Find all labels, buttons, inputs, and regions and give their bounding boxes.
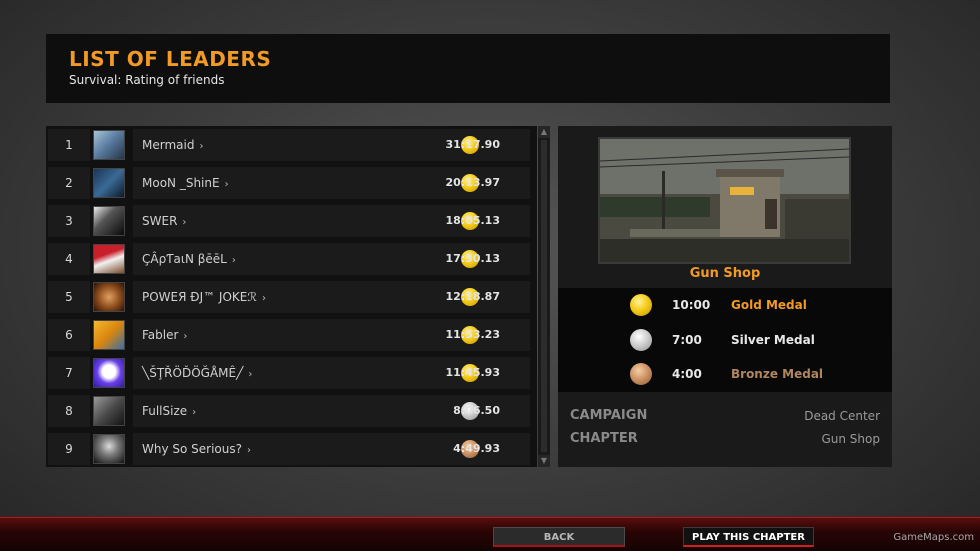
survival-time: 11:53.23 (445, 328, 500, 341)
medal-label: Gold Medal (731, 298, 807, 312)
player-entry[interactable]: POWEЯ ÐJ™ JOKEℛ › 12:18.87 (133, 281, 530, 313)
player-name[interactable]: Fabler › (142, 319, 187, 353)
leaderboard-row[interactable]: 4 ÇÂρƬaιN βēēL › 17:30.13 (46, 241, 537, 277)
footer-bar: BACK PLAY THIS CHAPTER GameMaps.com (0, 517, 980, 551)
chapter-panel: Gun Shop 10:00 Gold Medal 7:00 Silver Me… (558, 126, 892, 467)
campaign-label: CAMPAIGN (570, 408, 648, 423)
player-entry[interactable]: Why So Serious? › 4:49.93 (133, 433, 530, 465)
player-entry[interactable]: Fabler › 11:53.23 (133, 319, 530, 351)
leaderboard-list: 1 Mermaid › 31:17.90 2 MooN _ShinE › 20:13… (46, 126, 537, 467)
survival-time: 4:49.93 (453, 442, 500, 455)
chevron-right-icon: › (192, 407, 197, 418)
avatar (93, 130, 125, 160)
player-name[interactable]: FullSize › (142, 395, 196, 429)
medal-label: Bronze Medal (731, 367, 824, 381)
chapter-value: Gun Shop (821, 432, 880, 446)
medal-time: 7:00 (672, 333, 702, 347)
rank-number: 1 (48, 129, 90, 161)
chevron-right-icon: › (182, 217, 187, 228)
rank-number: 2 (48, 167, 90, 199)
player-name[interactable]: ÇÂρƬaιN βēēL › (142, 243, 236, 277)
player-name[interactable]: POWEЯ ÐJ™ JOKEℛ › (142, 281, 266, 315)
leaderboard-row[interactable]: 2 MooN _ShinE › 20:13.97 (46, 165, 537, 201)
leaderboard-row[interactable]: 1 Mermaid › 31:17.90 (46, 127, 537, 163)
avatar (93, 282, 125, 312)
medal-row-bronze: 4:00 Bronze Medal (558, 357, 892, 391)
chevron-right-icon: › (247, 445, 251, 456)
rank-number: 5 (48, 281, 90, 313)
rank-number: 8 (48, 395, 90, 427)
page-title: LIST OF LEADERS (69, 47, 272, 71)
chevron-right-icon: › (231, 255, 236, 266)
rank-number: 9 (48, 433, 90, 465)
chapter-name: Gun Shop (689, 266, 761, 281)
scroll-track[interactable] (541, 140, 547, 452)
rank-number: 4 (48, 243, 90, 275)
medal-time: 10:00 (672, 298, 711, 312)
chevron-right-icon: › (224, 179, 229, 190)
medal-label: Silver Medal (731, 333, 815, 347)
avatar (93, 434, 125, 464)
leaderboard-row[interactable]: 8 FullSize › 8:06.50 (46, 393, 537, 429)
avatar (93, 244, 125, 274)
chevron-right-icon: › (183, 331, 188, 342)
player-name[interactable]: MooN _ShinE › (142, 167, 229, 201)
chevron-right-icon: › (248, 369, 253, 380)
chevron-right-icon: › (261, 293, 266, 304)
survival-time: 20:13.97 (445, 176, 500, 189)
avatar (93, 320, 125, 350)
avatar (93, 358, 125, 388)
medal-requirements: 10:00 Gold Medal 7:00 Silver Medal 4:00 … (558, 288, 892, 392)
leaderboard-row[interactable]: 6 Fabler › 11:53.23 (46, 317, 537, 353)
rank-number: 7 (48, 357, 90, 389)
rank-number: 3 (48, 205, 90, 237)
chevron-right-icon: › (199, 141, 204, 152)
medal-time: 4:00 (672, 367, 702, 381)
survival-time: 31:17.90 (445, 138, 500, 151)
medal-row-gold: 10:00 Gold Medal (558, 288, 892, 322)
avatar (93, 206, 125, 236)
play-chapter-button[interactable]: PLAY THIS CHAPTER (683, 527, 814, 547)
leaderboard-row[interactable]: 3 SWER › 18:05.13 (46, 203, 537, 239)
scroll-up-icon[interactable]: ▲ (538, 126, 550, 138)
gold-medal-icon (630, 294, 652, 316)
chapter-thumbnail (598, 137, 851, 264)
leaderboard-scrollbar[interactable]: ▲ ▼ (538, 126, 550, 467)
survival-time: 17:30.13 (445, 252, 500, 265)
chapter-label: CHAPTER (570, 431, 638, 446)
survival-time: 11:45.93 (445, 366, 500, 379)
back-button[interactable]: BACK (493, 527, 625, 547)
avatar (93, 168, 125, 198)
medal-row-silver: 7:00 Silver Medal (558, 323, 892, 357)
silver-medal-icon (630, 329, 652, 351)
bronze-medal-icon (630, 363, 652, 385)
player-name[interactable]: Mermaid › (142, 129, 203, 163)
page-subtitle: Survival: Rating of friends (69, 73, 225, 87)
player-entry[interactable]: MooN _ShinE › 20:13.97 (133, 167, 530, 199)
watermark: GameMaps.com (893, 532, 974, 543)
player-entry[interactable]: Mermaid › 31:17.90 (133, 129, 530, 161)
player-name[interactable]: Why So Serious? › (142, 433, 251, 467)
survival-time: 8:06.50 (453, 404, 500, 417)
player-entry[interactable]: FullSize › 8:06.50 (133, 395, 530, 427)
leaderboard-row[interactable]: 5 POWEЯ ÐJ™ JOKEℛ › 12:18.87 (46, 279, 537, 315)
player-name[interactable]: SWER › (142, 205, 186, 239)
avatar (93, 396, 125, 426)
player-entry[interactable]: SWER › 18:05.13 (133, 205, 530, 237)
player-name[interactable]: ╲ŠŢŘÖĎÖĞÅMÊ╱ › (142, 357, 252, 391)
survival-time: 18:05.13 (445, 214, 500, 227)
scroll-down-icon[interactable]: ▼ (538, 455, 550, 467)
player-entry[interactable]: ÇÂρƬaιN βēēL › 17:30.13 (133, 243, 530, 275)
leaderboard-row[interactable]: 9 Why So Serious? › 4:49.93 (46, 431, 537, 467)
leaderboard-row[interactable]: 7 ╲ŠŢŘÖĎÖĞÅMÊ╱ › 11:45.93 (46, 355, 537, 391)
player-entry[interactable]: ╲ŠŢŘÖĎÖĞÅMÊ╱ › 11:45.93 (133, 357, 530, 389)
campaign-value: Dead Center (804, 409, 880, 423)
survival-time: 12:18.87 (445, 290, 500, 303)
rank-number: 6 (48, 319, 90, 351)
header-panel: LIST OF LEADERS Survival: Rating of frie… (46, 34, 890, 103)
